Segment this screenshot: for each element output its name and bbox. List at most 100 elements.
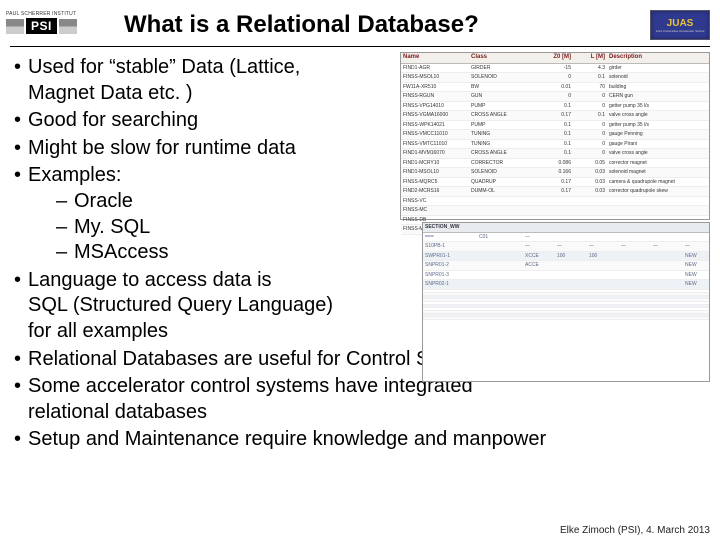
table-cell: 0.166 — [539, 168, 573, 177]
table-cell — [587, 308, 619, 310]
table-cell: GUN — [469, 92, 539, 101]
table-cell: FINSS-MC — [401, 206, 469, 215]
table-cell — [651, 290, 683, 292]
table-cell: 0.17 — [539, 187, 573, 196]
table-cell — [539, 206, 573, 215]
table-cell: corrector quadrupole skew — [607, 187, 709, 196]
table-header-cell: Class — [469, 53, 539, 63]
table-cell — [651, 296, 683, 298]
table-cell: PUMP — [469, 102, 539, 111]
table-cell — [555, 317, 587, 319]
table-header-cell — [523, 223, 555, 232]
table-cell — [651, 261, 683, 270]
table-cell: 70 — [573, 83, 607, 92]
table-cell: FINSS-VC — [401, 197, 469, 206]
table-header-cell: SECTION_WW — [423, 223, 477, 232]
table-cell: SNPR02-1 — [423, 280, 477, 289]
table-cell — [607, 206, 709, 215]
table-cell: -15 — [539, 64, 573, 73]
table-cell: getter pump 35 l/s — [607, 102, 709, 111]
table-cell: SOLENOID — [469, 73, 539, 82]
table-cell — [555, 305, 587, 307]
table-cell: SWPR01-1 — [423, 252, 477, 261]
table-cell — [477, 252, 523, 261]
table-cell — [523, 311, 555, 313]
table-header-row: SECTION_WW — [423, 223, 709, 233]
table-cell: 0.01 — [539, 83, 573, 92]
table-cell: SOLENOID — [469, 168, 539, 177]
table-cell: 0.1 — [573, 111, 607, 120]
table-cell: 0 — [573, 92, 607, 101]
table-cell: 0.03 — [573, 168, 607, 177]
table-cell: 0.1 — [573, 73, 607, 82]
table-cell — [587, 261, 619, 270]
table-cell — [477, 290, 523, 292]
table-cell — [423, 314, 477, 316]
table-row: FIND2-MCRS16DUMM-OL0.170.03corrector qua… — [401, 187, 709, 197]
table-cell — [555, 280, 587, 289]
table-cell — [683, 233, 709, 242]
table-cell — [651, 271, 683, 280]
table-cell — [619, 314, 651, 316]
table-cell — [477, 242, 523, 251]
table-cell: getter pump 35 l/s — [607, 121, 709, 130]
table-cell — [477, 314, 523, 316]
table-row: FW11A-XR510BW0.0170building — [401, 83, 709, 93]
bullet-text: Used for “stable” Data (Lattice,Magnet D… — [28, 56, 300, 104]
table-cell: — — [523, 233, 555, 242]
table-cell — [555, 271, 587, 280]
table-cell — [619, 280, 651, 289]
table-cell: PUMP — [469, 121, 539, 130]
table-cell — [587, 280, 619, 289]
table-cell: NEW — [683, 261, 709, 270]
table-cell: NEW — [683, 271, 709, 280]
table-cell: 0.1 — [539, 121, 573, 130]
table-cell — [651, 252, 683, 261]
table-cell — [619, 299, 651, 301]
table-cell — [587, 293, 619, 295]
table-cell — [651, 299, 683, 301]
table-cell: 0.1 — [539, 130, 573, 139]
table-cell: CORRECTOR — [469, 159, 539, 168]
table-cell — [523, 293, 555, 295]
table-cell: FINSS-VMCC11010 — [401, 130, 469, 139]
table-cell: valve cross angle — [607, 111, 709, 120]
table-cell — [477, 261, 523, 270]
table-cell: camera & quadrupole magnet — [607, 178, 709, 187]
table-cell: FW11A-XR510 — [401, 83, 469, 92]
juas-logo: JUAS Joint Universities Accelerator Scho… — [650, 10, 710, 40]
table-cell: 0.03 — [573, 187, 607, 196]
table-cell: XCCE — [523, 252, 555, 261]
table-header-cell — [587, 223, 619, 232]
table-cell — [651, 311, 683, 313]
table-row: FINSS-WPK14021PUMP0.10getter pump 35 l/s — [401, 121, 709, 131]
table-cell — [523, 305, 555, 307]
table-cell: 0.1 — [539, 140, 573, 149]
table-cell — [683, 302, 709, 304]
table-cell — [523, 308, 555, 310]
table-cell — [555, 299, 587, 301]
table-cell — [619, 305, 651, 307]
psi-logo-bar: PSI — [6, 18, 106, 34]
table-cell — [587, 317, 619, 319]
table-cell — [619, 252, 651, 261]
table-cell — [619, 293, 651, 295]
table-cell — [523, 299, 555, 301]
table-cell — [477, 302, 523, 304]
table-cell — [469, 197, 539, 206]
table-cell — [539, 197, 573, 206]
table-cell — [587, 305, 619, 307]
table-cell — [619, 302, 651, 304]
table-cell — [555, 308, 587, 310]
table-cell — [651, 308, 683, 310]
table-cell: GIRDER — [469, 64, 539, 73]
bullet-text: Language to access data isSQL (Structure… — [28, 269, 333, 342]
table-cell — [683, 296, 709, 298]
table-row: FINSS-MC — [401, 206, 709, 216]
table-cell — [555, 293, 587, 295]
table-cell: 0.05 — [573, 159, 607, 168]
psi-logo: PAUL SCHERRER INSTITUT PSI — [6, 11, 106, 39]
table-cell: FINSS-MQRC5 — [401, 178, 469, 187]
table-cell: 100 — [587, 252, 619, 261]
table-cell — [423, 311, 477, 313]
